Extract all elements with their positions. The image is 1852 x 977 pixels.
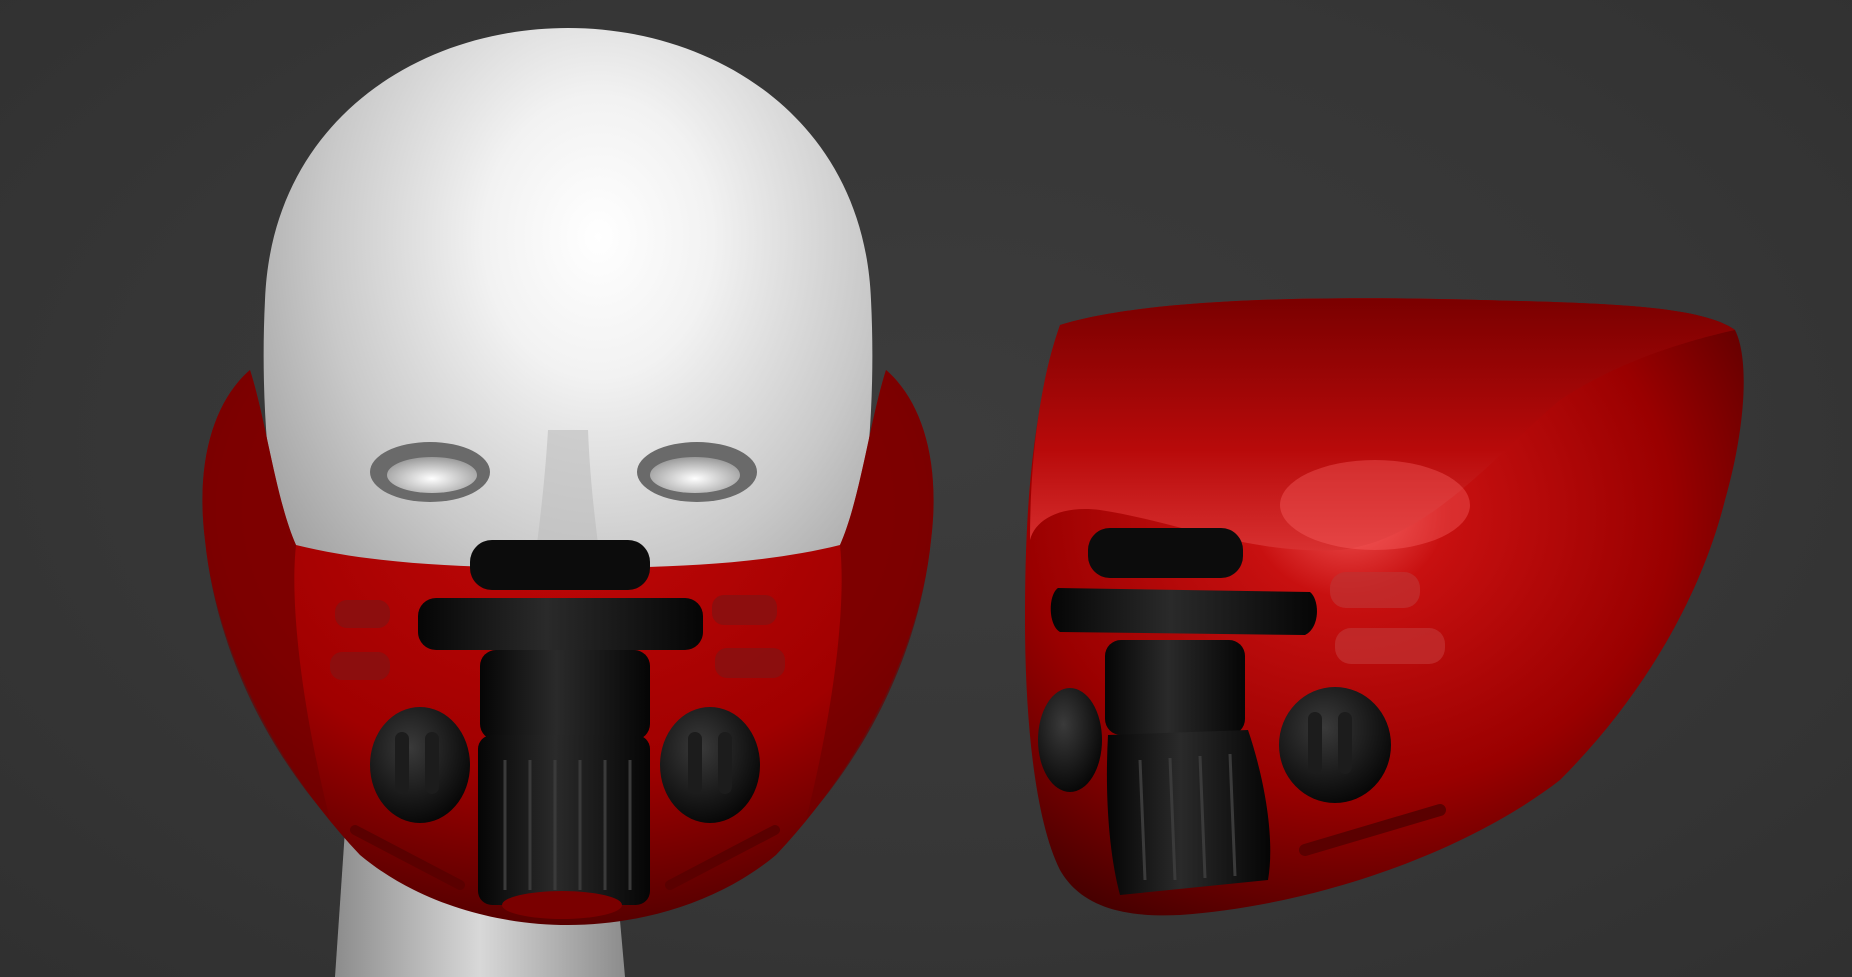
render-viewport [0,0,1852,977]
mask-side-highlight [1280,460,1470,550]
render-canvas [202,28,1744,977]
front-view [202,28,934,977]
side-view [1025,298,1744,916]
valve-left [370,707,470,823]
valve-right [660,707,760,823]
side-valve-far [1038,688,1102,792]
side-valve [1279,687,1391,803]
eye-left [370,442,490,502]
eye-right [637,442,757,502]
